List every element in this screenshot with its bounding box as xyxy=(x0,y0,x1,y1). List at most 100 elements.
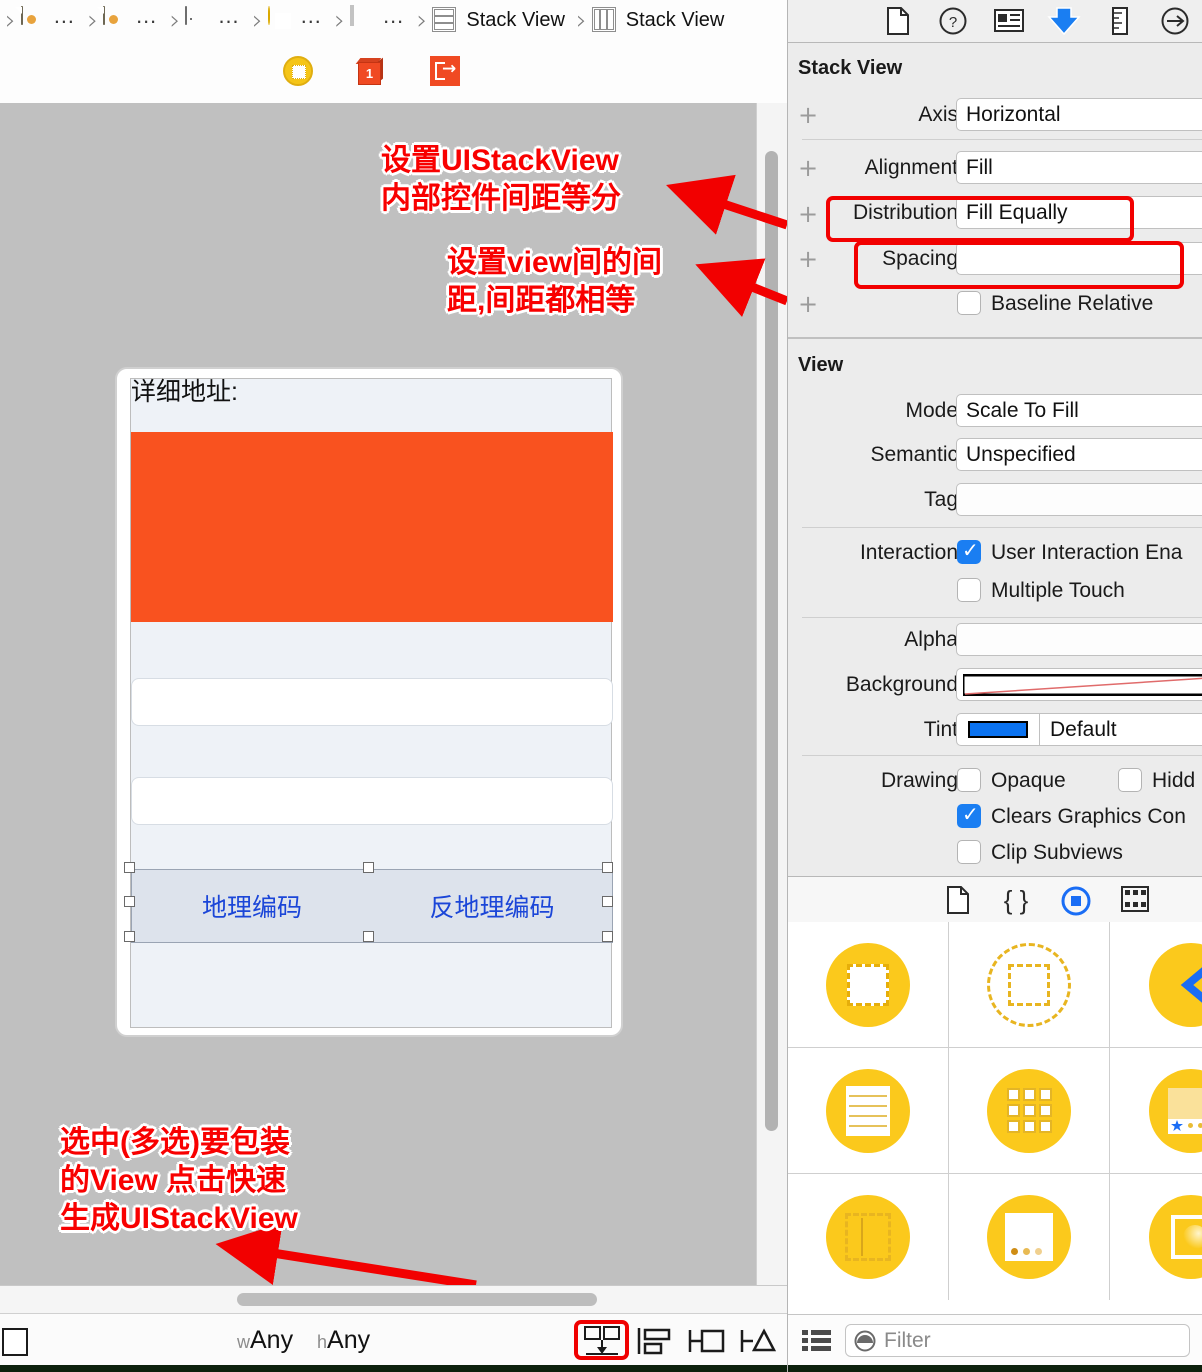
multiple-touch-checkbox[interactable] xyxy=(957,578,981,602)
selection-handle[interactable] xyxy=(363,862,374,873)
text-field-2[interactable] xyxy=(131,777,613,825)
library-item-table-view[interactable] xyxy=(788,1048,949,1174)
svg-text:?: ? xyxy=(949,14,957,31)
media-library-tab[interactable] xyxy=(1120,885,1150,918)
selection-handle[interactable] xyxy=(124,896,135,907)
add-variation-icon[interactable]: + xyxy=(798,156,818,180)
reverse-geocode-button[interactable]: 反地理编码 xyxy=(372,888,612,924)
exit-icon[interactable] xyxy=(430,56,460,86)
resolve-icon[interactable] xyxy=(740,1326,778,1356)
selection-handle[interactable] xyxy=(124,862,135,873)
size-inspector-tab[interactable] xyxy=(1092,0,1148,42)
address-label-row: 详细地址: xyxy=(131,379,611,432)
add-variation-icon[interactable]: + xyxy=(798,202,818,226)
utilities-panel: ? Stack View + Axis Horizontal + Alignme… xyxy=(787,0,1202,1372)
axis-select[interactable]: Horizontal xyxy=(956,98,1202,131)
hidden-checkbox[interactable] xyxy=(1118,768,1142,792)
breadcrumb-item-5[interactable]: Stack View xyxy=(432,0,571,41)
opaque-checkbox[interactable] xyxy=(957,768,981,792)
background-label: Background xyxy=(845,673,958,696)
breadcrumb-item-label: Stack View xyxy=(466,9,565,31)
stack-view-vertical-icon xyxy=(432,6,458,35)
breadcrumb-item-3[interactable]: … xyxy=(267,0,330,41)
clears-graphics-context-label: Clears Graphics Con xyxy=(991,805,1186,828)
tag-input[interactable] xyxy=(956,483,1202,516)
library-item-view[interactable] xyxy=(788,922,949,1048)
tint-color-swatch[interactable] xyxy=(957,714,1040,745)
clip-subviews-label: Clip Subviews xyxy=(991,841,1123,864)
library-item-page-control[interactable] xyxy=(949,1174,1110,1300)
tint-color-control[interactable]: Default xyxy=(956,713,1202,746)
swift-file-icon xyxy=(103,5,129,35)
semantic-select[interactable]: Unspecified xyxy=(956,438,1202,471)
selection-handle[interactable] xyxy=(124,931,135,942)
lined-page-icon xyxy=(826,1068,910,1153)
opaque-label: Opaque xyxy=(991,769,1066,792)
spacing-input[interactable] xyxy=(956,242,1202,275)
breadcrumb-item-2[interactable]: … xyxy=(185,0,247,41)
library-item-tab-bar[interactable] xyxy=(1110,1048,1202,1174)
embed-in-stack-highlight xyxy=(574,1320,629,1360)
drawing-label: Drawing xyxy=(880,769,958,792)
clip-subviews-checkbox[interactable] xyxy=(957,840,981,864)
clears-graphics-context-checkbox[interactable] xyxy=(957,802,981,828)
filter-icon xyxy=(854,1330,876,1351)
mode-select[interactable]: Scale To Fill xyxy=(956,394,1202,427)
breadcrumb-item-0[interactable]: … xyxy=(20,0,83,41)
view-controller-scene-icon[interactable] xyxy=(283,56,313,86)
selection-handle[interactable] xyxy=(363,931,374,942)
file-inspector-tab[interactable] xyxy=(870,0,926,42)
library-item-image-view[interactable] xyxy=(1110,1174,1202,1300)
design-canvas[interactable]: 详细地址: 地理编码 反地理编码 设置UIStackView 内部控件间距等分 … xyxy=(0,103,787,1285)
baseline-relative-checkbox[interactable] xyxy=(957,291,981,315)
document-icon xyxy=(947,886,969,914)
scene-dock: 1 xyxy=(0,41,787,104)
alignment-select[interactable]: Fill xyxy=(956,151,1202,184)
add-variation-icon[interactable]: + xyxy=(798,247,818,271)
text-field-1[interactable] xyxy=(131,678,613,726)
distribution-select[interactable]: Fill Equally xyxy=(956,196,1202,229)
library-layout-toggle-icon[interactable] xyxy=(802,1329,832,1353)
pin-icon[interactable] xyxy=(688,1326,726,1356)
code-snippet-library-tab[interactable]: { } xyxy=(1001,885,1031,920)
breadcrumb-item-6[interactable]: Stack View xyxy=(591,0,731,41)
alpha-input[interactable] xyxy=(956,623,1202,656)
align-icon[interactable] xyxy=(637,1326,671,1356)
library-item-container-view[interactable] xyxy=(949,922,1110,1048)
breadcrumb-item-1[interactable]: … xyxy=(103,0,165,41)
object-library-grid[interactable] xyxy=(788,922,1202,1314)
selection-handle[interactable] xyxy=(602,862,613,873)
geocode-button[interactable]: 地理编码 xyxy=(132,888,372,924)
canvas-horizontal-scrollbar[interactable] xyxy=(237,1293,597,1306)
attributes-inspector-tab[interactable] xyxy=(1037,0,1093,42)
distribution-label: Distribution xyxy=(852,201,958,224)
library-item-split-view[interactable] xyxy=(788,1174,949,1300)
library-item-navigation-bar[interactable] xyxy=(1110,922,1202,1048)
canvas-vertical-scrollbar[interactable] xyxy=(765,151,778,1131)
device-preview[interactable]: 详细地址: 地理编码 反地理编码 xyxy=(115,367,623,1037)
object-library-tab[interactable] xyxy=(1060,885,1092,922)
selection-handle[interactable] xyxy=(602,896,613,907)
library-filter-input[interactable]: Filter xyxy=(845,1324,1190,1357)
breadcrumb-chevron-icon: › xyxy=(575,5,587,36)
selection-handle[interactable] xyxy=(602,931,613,942)
background-color-well[interactable] xyxy=(956,668,1202,701)
user-interaction-enabled-checkbox[interactable] xyxy=(957,538,981,564)
identity-inspector-tab[interactable] xyxy=(981,0,1037,42)
breadcrumb-item-4[interactable]: … xyxy=(350,0,412,41)
arrow-circle-icon xyxy=(1161,7,1189,35)
annotation-distribution: 设置UIStackView 内部控件间距等分 xyxy=(381,144,621,215)
connections-inspector-tab[interactable] xyxy=(1148,0,1202,42)
first-responder-icon[interactable]: 1 xyxy=(355,56,385,86)
file-template-library-tab[interactable] xyxy=(945,885,971,920)
size-class-control[interactable]: wAny hAny xyxy=(237,1326,370,1355)
quick-help-tab[interactable]: ? xyxy=(926,0,982,42)
library-filter-placeholder: Filter xyxy=(884,1328,931,1352)
library-item-collection-view[interactable] xyxy=(949,1048,1110,1174)
orange-block-view[interactable] xyxy=(131,432,613,622)
add-variation-icon[interactable]: + xyxy=(798,292,818,316)
add-variation-icon[interactable]: + xyxy=(798,103,818,127)
view-icon xyxy=(350,4,376,35)
document-outline-toggle-icon[interactable] xyxy=(2,1328,28,1356)
size-class-w-prefix: w xyxy=(237,1332,250,1352)
